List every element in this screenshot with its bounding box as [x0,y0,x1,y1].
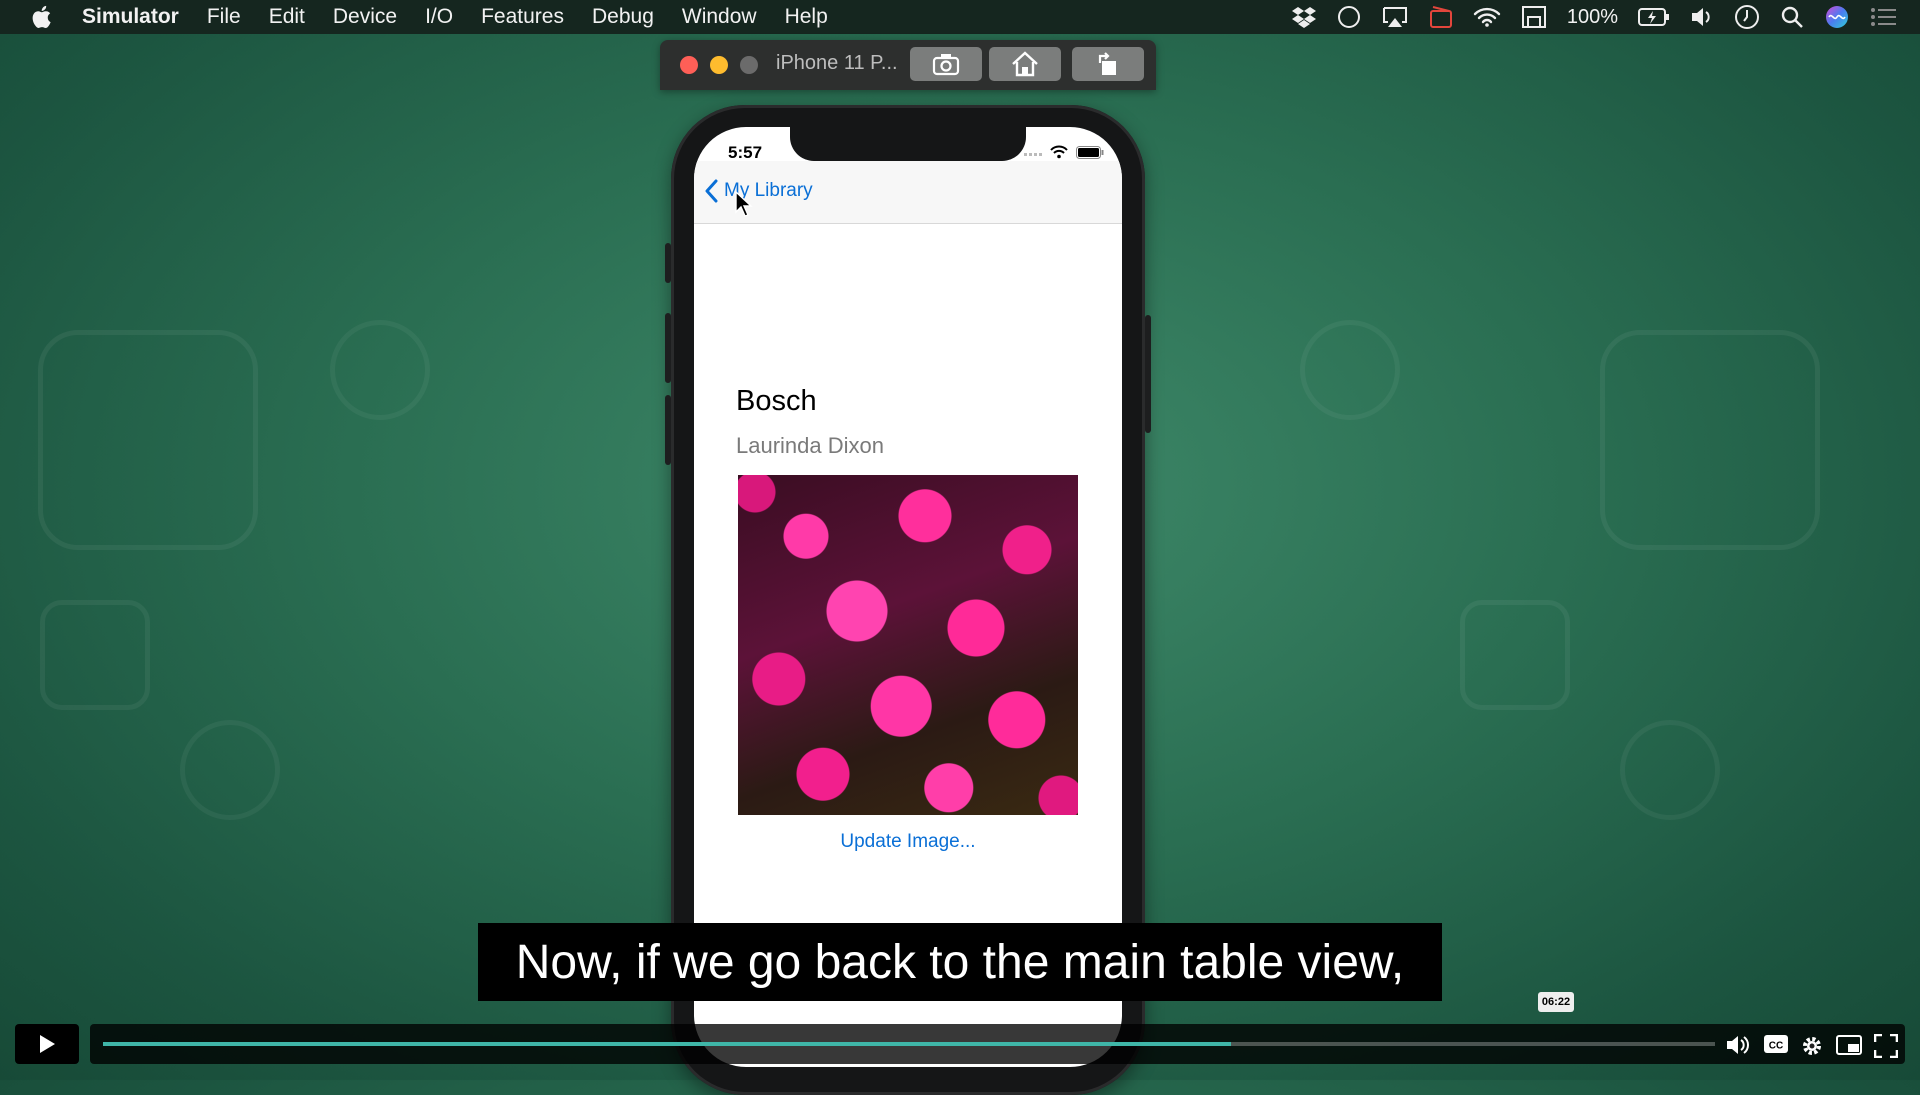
dropbox-icon[interactable] [1291,6,1317,28]
menu-help[interactable]: Help [785,5,828,29]
device-mute-switch [665,243,671,283]
wifi-icon[interactable] [1473,6,1501,28]
home-icon [1012,51,1038,77]
menu-debug[interactable]: Debug [592,5,654,29]
back-button[interactable]: My Library [704,179,813,203]
volume-icon[interactable] [1726,1034,1752,1056]
time-machine-icon[interactable] [1734,4,1760,30]
menu-file[interactable]: File [207,5,241,29]
book-author: Laurinda Dixon [736,433,884,458]
apple-logo-icon[interactable] [30,4,56,30]
spotlight-search-icon[interactable] [1780,5,1804,29]
notification-center-icon[interactable] [1870,6,1898,28]
menu-io[interactable]: I/O [425,5,453,29]
screenshot-button[interactable] [910,47,982,81]
device-volume-up [665,313,671,383]
minimize-window-button[interactable] [710,56,728,74]
video-player-controls: CC [0,1022,1920,1080]
wallpaper-swift-icon [1600,330,1820,550]
book-title: Bosch [736,385,817,417]
rotate-button[interactable] [1072,47,1144,81]
fullscreen-icon[interactable] [1874,1034,1898,1058]
close-window-button[interactable] [680,56,698,74]
wallpaper-circle-icon [1620,720,1720,820]
battery-percentage[interactable]: 100% [1567,6,1618,29]
play-button[interactable] [15,1024,79,1064]
video-caption: Now, if we go back to the main table vie… [478,923,1442,1001]
wallpaper-tile-icon [40,600,150,710]
update-image-button[interactable]: Update Image... [694,831,1122,853]
siri-icon[interactable] [1824,4,1850,30]
menu-bar: Simulator File Edit Device I/O Features … [0,0,1920,34]
status-bar-indicators [1024,145,1104,159]
circle-icon[interactable] [1337,5,1361,29]
screenshot-icon [932,54,960,76]
device-volume-down [665,395,671,465]
menu-features[interactable]: Features [481,5,564,29]
wallpaper-tile-icon [1460,600,1570,710]
navigation-bar: My Library [694,161,1122,224]
play-icon [40,1035,55,1053]
cellular-signal-icon [1024,153,1042,156]
screen-record-icon[interactable] [1429,5,1453,29]
scrubber-time-tooltip: 06:22 [1538,992,1574,1012]
mouse-cursor-icon [735,191,753,217]
home-button[interactable] [989,47,1061,81]
menu-window[interactable]: Window [682,5,757,29]
settings-icon[interactable] [1800,1034,1824,1058]
pip-icon[interactable] [1836,1034,1862,1056]
menu-device[interactable]: Device [333,5,397,29]
rotate-icon [1098,52,1116,75]
battery-icon [1076,145,1104,159]
device-power-button [1145,315,1151,433]
simulator-window-title: iPhone 11 P... [776,52,898,74]
book-cover-image [738,475,1078,815]
status-menus: 100% [1291,0,1898,34]
wallpaper-circle-icon [180,720,280,820]
wallpaper-circle-icon [330,320,430,420]
status-bar-time: 5:57 [728,143,763,162]
cc-icon[interactable]: CC [1764,1034,1788,1054]
wallpaper-sdk-icon [38,330,258,550]
zoom-window-button[interactable] [740,56,758,74]
device-notch [790,127,1026,161]
simulator-window-titlebar: iPhone 11 P... [660,40,1156,90]
menu-edit[interactable]: Edit [269,5,305,29]
svg-text:CC: CC [1769,1041,1783,1052]
display-icon[interactable] [1521,5,1547,29]
scrubber-progress [103,1042,1232,1046]
wifi-icon [1050,145,1068,159]
menu-app-name[interactable]: Simulator [82,5,179,29]
battery-charging-icon[interactable] [1638,7,1670,27]
airplay-icon[interactable] [1381,5,1409,29]
wallpaper-circle-icon [1300,320,1400,420]
chevron-left-icon [705,179,718,203]
volume-icon[interactable] [1690,6,1714,28]
